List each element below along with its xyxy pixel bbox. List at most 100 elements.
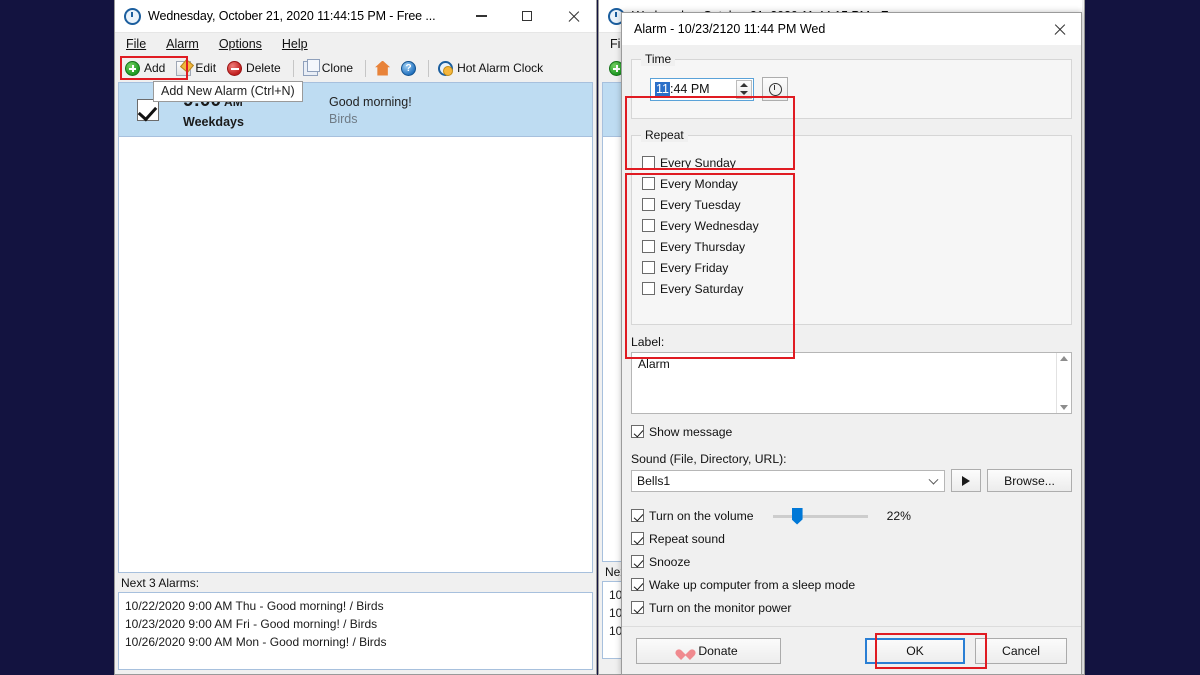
maximize-button[interactable] — [504, 0, 550, 33]
label-input[interactable]: Alarm — [631, 352, 1072, 414]
repeat-thursday-row[interactable]: Every Thursday — [642, 236, 1061, 257]
close-icon — [567, 10, 580, 23]
heart-icon — [679, 645, 692, 657]
alarm-dialog-footer: Donate OK Cancel — [622, 626, 1081, 674]
next-alarm-item: 10/22/2020 9:00 AM Thu - Good morning! /… — [125, 599, 384, 613]
clone-button-label: Clone — [321, 61, 354, 75]
clock-picker-button[interactable] — [762, 77, 788, 101]
screenshot-root: Wednesday, October 21, 2020 11:44:15 PM … — [0, 0, 1200, 675]
time-group-legend: Time — [641, 52, 676, 66]
add-button[interactable]: Add — [121, 59, 172, 78]
alarm-dialog[interactable]: Alarm - 10/23/2120 11:44 PM Wed Time 11:… — [621, 12, 1082, 675]
menu-alarm-label: Alarm — [166, 37, 199, 51]
repeat-saturday-row[interactable]: Every Saturday — [642, 278, 1061, 299]
volume-slider-thumb[interactable] — [791, 507, 803, 525]
close-button[interactable] — [550, 0, 596, 33]
repeat-tuesday-row[interactable]: Every Tuesday — [642, 194, 1061, 215]
spinner-down-arrow[interactable] — [740, 91, 748, 96]
time-input[interactable]: 11:44 PM — [650, 77, 754, 101]
up-down-spinner-icon[interactable] — [736, 79, 752, 99]
alarm-sound: Birds — [329, 111, 358, 126]
repeat-wednesday-label: Every Wednesday — [660, 218, 759, 233]
menu-bar: File Alarm Options Help — [115, 33, 596, 55]
next-alarms-box[interactable]: 10/22/2020 9:00 AM Thu - Good morning! /… — [118, 592, 593, 670]
alarm-dialog-title: Alarm - 10/23/2120 11:44 PM Wed — [634, 22, 826, 36]
repeat-friday-row[interactable]: Every Friday — [642, 257, 1061, 278]
repeat-friday-checkbox[interactable] — [642, 261, 655, 274]
play-icon — [962, 475, 970, 486]
dialog-close-button[interactable] — [1037, 13, 1081, 45]
edit-button[interactable]: Edit — [172, 59, 223, 78]
wake-up-computer-row[interactable]: Wake up computer from a sleep mode — [631, 573, 1072, 596]
snooze-label: Snooze — [649, 554, 691, 569]
alarm-days: Weekdays — [183, 114, 244, 129]
volume-slider[interactable] — [772, 507, 868, 525]
turn-on-volume-checkbox[interactable] — [631, 509, 644, 522]
scroll-down-icon[interactable] — [1060, 405, 1068, 410]
repeat-tuesday-label: Every Tuesday — [660, 197, 741, 212]
wake-up-computer-checkbox[interactable] — [631, 578, 644, 591]
donate-button-label: Donate — [698, 643, 738, 658]
label-scrollbar[interactable] — [1056, 353, 1071, 413]
repeat-thursday-label: Every Thursday — [660, 239, 746, 254]
monitor-power-checkbox[interactable] — [631, 601, 644, 614]
clock-icon — [124, 7, 141, 25]
repeat-saturday-checkbox[interactable] — [642, 282, 655, 295]
cancel-button[interactable]: Cancel — [975, 637, 1067, 664]
snooze-row[interactable]: Snooze — [631, 550, 1072, 573]
alarm-dialog-titlebar[interactable]: Alarm - 10/23/2120 11:44 PM Wed — [622, 13, 1081, 45]
show-message-checkbox[interactable] — [631, 425, 644, 438]
free-alarm-clock-window[interactable]: Wednesday, October 21, 2020 11:44:15 PM … — [114, 0, 597, 675]
repeat-wednesday-row[interactable]: Every Wednesday — [642, 215, 1061, 236]
repeat-sound-row[interactable]: Repeat sound — [631, 527, 1072, 550]
sound-row: Bells1 Browse... — [631, 469, 1072, 492]
repeat-sunday-checkbox[interactable] — [642, 156, 655, 169]
snooze-checkbox[interactable] — [631, 555, 644, 568]
repeat-group-legend: Repeat — [641, 128, 688, 142]
repeat-sunday-label: Every Sunday — [660, 155, 736, 170]
minimize-icon — [475, 15, 487, 17]
spinner-up-arrow[interactable] — [740, 82, 748, 87]
repeat-sound-checkbox[interactable] — [631, 532, 644, 545]
monitor-power-row[interactable]: Turn on the monitor power — [631, 596, 1072, 619]
main-titlebar[interactable]: Wednesday, October 21, 2020 11:44:15 PM … — [115, 0, 596, 33]
sound-select[interactable]: Bells1 — [631, 469, 945, 492]
show-message-label: Show message — [649, 424, 733, 439]
menu-help[interactable]: Help — [282, 37, 308, 51]
repeat-tuesday-checkbox[interactable] — [642, 198, 655, 211]
help-button[interactable]: ? — [397, 59, 423, 78]
sound-select-value: Bells1 — [637, 473, 671, 488]
menu-file[interactable]: File — [126, 37, 146, 51]
edit-button-label: Edit — [195, 61, 217, 75]
repeat-wednesday-checkbox[interactable] — [642, 219, 655, 232]
repeat-thursday-checkbox[interactable] — [642, 240, 655, 253]
delete-button[interactable]: Delete — [223, 59, 288, 78]
hot-alarm-clock-icon — [438, 60, 454, 76]
ok-button[interactable]: OK — [865, 637, 965, 664]
repeat-monday-checkbox[interactable] — [642, 177, 655, 190]
time-rest: :44 PM — [669, 82, 710, 96]
donate-button[interactable]: Donate — [636, 637, 781, 664]
show-message-row[interactable]: Show message — [631, 421, 1072, 442]
hot-alarm-clock-button[interactable]: Hot Alarm Clock — [434, 59, 550, 78]
clone-button[interactable]: Clone — [299, 58, 360, 78]
alarm-list[interactable]: 9:00AM Weekdays Good morning! Birds — [118, 82, 593, 573]
menu-help-label: Help — [281, 37, 308, 51]
home-button[interactable] — [371, 59, 397, 78]
minimize-button[interactable] — [458, 0, 504, 33]
scroll-up-icon[interactable] — [1060, 356, 1068, 361]
window-controls — [458, 0, 596, 33]
menu-options[interactable]: Options — [219, 37, 262, 51]
browse-button[interactable]: Browse... — [987, 469, 1072, 492]
alarm-dialog-body: Time 11:44 PM Repeat Every Sunday Every… — [622, 45, 1081, 626]
play-sound-button[interactable] — [951, 469, 981, 492]
repeat-monday-row[interactable]: Every Monday — [642, 173, 1061, 194]
help-question-icon: ? — [401, 60, 417, 76]
repeat-sunday-row[interactable]: Every Sunday — [642, 152, 1061, 173]
turn-on-volume-row[interactable]: Turn on the volume 22% — [631, 504, 1072, 527]
copy-icon — [302, 58, 320, 76]
maximize-icon — [522, 11, 532, 21]
window-title: Wednesday, October 21, 2020 11:44:15 PM … — [148, 9, 436, 23]
menu-alarm[interactable]: Alarm — [166, 37, 199, 51]
toolbar-separator — [365, 59, 367, 77]
